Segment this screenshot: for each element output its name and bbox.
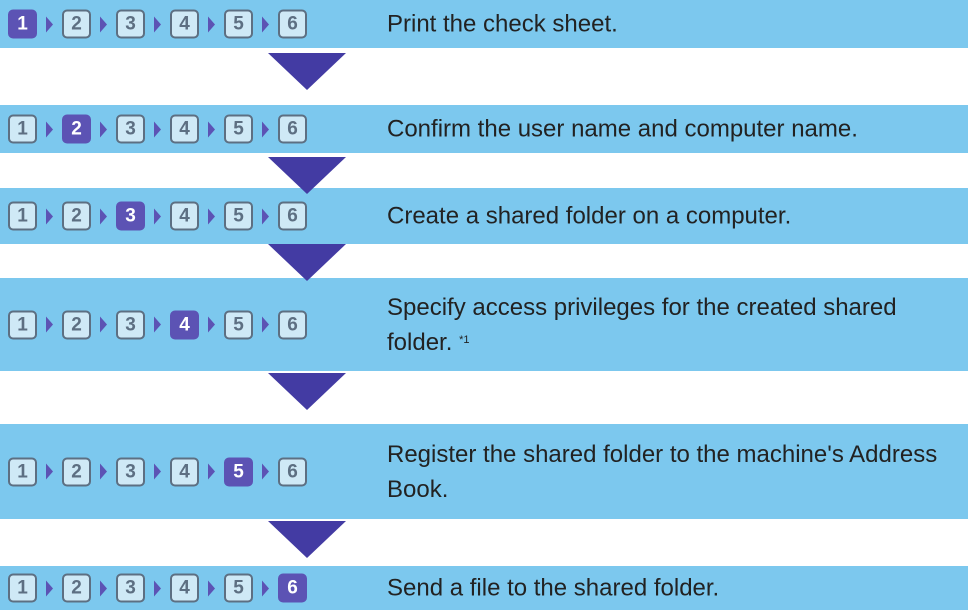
- step-number-badge: 2: [62, 573, 91, 603]
- step-number-badge: 4: [170, 573, 199, 603]
- down-arrow-icon: [268, 53, 346, 90]
- chevron-right-icon: [154, 208, 161, 224]
- step-number-badge: 2: [62, 9, 91, 39]
- footnote-marker: *1: [459, 333, 470, 346]
- down-arrow-icon: [268, 373, 346, 410]
- chevron-right-icon: [46, 580, 53, 596]
- step-number-badge: 6: [278, 310, 307, 339]
- step-number-badge: 2: [62, 114, 91, 144]
- step-number-badge: 5: [224, 457, 253, 486]
- step-number-badge: 5: [224, 573, 253, 603]
- chevron-right-icon: [208, 16, 215, 32]
- chevron-right-icon: [46, 463, 53, 480]
- step-description: Confirm the user name and computer name.: [387, 112, 954, 147]
- chevron-right-icon: [46, 316, 53, 333]
- step-indicator: 123456: [8, 573, 307, 603]
- step-2-bar: 1 2 3 4 5 6 Confirm the user name and computer…: [0, 105, 968, 153]
- step-text: Send a file to the shared folder.: [387, 574, 720, 602]
- step-description: Send a file to the shared folder.: [387, 571, 954, 606]
- step-indicator: 123456: [8, 9, 307, 39]
- chevron-right-icon: [262, 121, 269, 137]
- chevron-right-icon: [100, 580, 107, 596]
- step-4-bar: 1 2 3 4 5 6 Specify access privileges for the …: [0, 278, 968, 371]
- step-indicator: 123456: [8, 114, 307, 144]
- step-number-badge: 2: [62, 310, 91, 339]
- chevron-right-icon: [100, 208, 107, 224]
- step-number-badge: 5: [224, 310, 253, 339]
- chevron-right-icon: [46, 16, 53, 32]
- step-number-badge: 6: [278, 9, 307, 39]
- down-arrow-icon: [268, 244, 346, 281]
- step-3-bar: 1 2 3 4 5 6 Create a shared folder on a comput…: [0, 188, 968, 244]
- step-number-badge: 4: [170, 310, 199, 339]
- chevron-right-icon: [262, 580, 269, 596]
- step-number-badge: 4: [170, 457, 199, 486]
- chevron-right-icon: [262, 16, 269, 32]
- step-description: Create a shared folder on a computer.: [387, 199, 954, 234]
- chevron-right-icon: [262, 463, 269, 480]
- step-number-badge: 6: [278, 457, 307, 486]
- step-number-badge: 5: [224, 114, 253, 144]
- chevron-right-icon: [208, 316, 215, 333]
- down-arrow-icon: [268, 521, 346, 558]
- chevron-right-icon: [100, 316, 107, 333]
- chevron-right-icon: [154, 316, 161, 333]
- step-description: Print the check sheet.: [387, 7, 954, 42]
- step-number-badge: 3: [116, 457, 145, 486]
- chevron-right-icon: [100, 16, 107, 32]
- chevron-right-icon: [46, 121, 53, 137]
- step-number-badge: 1: [8, 9, 37, 39]
- chevron-right-icon: [154, 121, 161, 137]
- chevron-right-icon: [100, 463, 107, 480]
- step-number-badge: 6: [278, 573, 307, 603]
- step-1-bar: 1 2 3 4 5 6 Print the check sheet.: [0, 0, 968, 48]
- chevron-right-icon: [154, 463, 161, 480]
- step-6-bar: 1 2 3 4 5 6 Send a file to the shared folder.: [0, 566, 968, 610]
- chevron-right-icon: [208, 121, 215, 137]
- step-number-badge: 1: [8, 457, 37, 486]
- chevron-right-icon: [46, 208, 53, 224]
- chevron-right-icon: [154, 16, 161, 32]
- step-number-badge: 6: [278, 201, 307, 231]
- step-text: Print the check sheet.: [387, 10, 618, 38]
- step-text: Specify access privileges for the create…: [387, 293, 897, 356]
- step-number-badge: 1: [8, 201, 37, 231]
- step-number-badge: 1: [8, 114, 37, 144]
- chevron-right-icon: [208, 580, 215, 596]
- step-number-badge: 2: [62, 457, 91, 486]
- chevron-right-icon: [100, 121, 107, 137]
- step-indicator: 123456: [8, 457, 307, 486]
- step-number-badge: 3: [116, 201, 145, 231]
- step-number-badge: 5: [224, 9, 253, 39]
- step-number-badge: 4: [170, 9, 199, 39]
- step-number-badge: 4: [170, 114, 199, 144]
- chevron-right-icon: [262, 316, 269, 333]
- step-number-badge: 6: [278, 114, 307, 144]
- chevron-right-icon: [208, 463, 215, 480]
- chevron-right-icon: [262, 208, 269, 224]
- step-text: Create a shared folder on a computer.: [387, 202, 792, 230]
- step-number-badge: 3: [116, 573, 145, 603]
- step-number-badge: 1: [8, 573, 37, 603]
- step-number-badge: 3: [116, 9, 145, 39]
- step-indicator: 123456: [8, 310, 307, 339]
- step-number-badge: 2: [62, 201, 91, 231]
- step-indicator: 123456: [8, 201, 307, 231]
- step-description: Register the shared folder to the machin…: [387, 437, 954, 507]
- chevron-right-icon: [154, 580, 161, 596]
- down-arrow-icon: [268, 157, 346, 194]
- step-number-badge: 1: [8, 310, 37, 339]
- step-number-badge: 3: [116, 310, 145, 339]
- step-5-bar: 1 2 3 4 5 6 Register the shared folder to the …: [0, 424, 968, 519]
- step-number-badge: 3: [116, 114, 145, 144]
- step-description: Specify access privileges for the create…: [387, 290, 954, 360]
- step-text: Register the shared folder to the machin…: [387, 440, 938, 503]
- step-number-badge: 4: [170, 201, 199, 231]
- chevron-right-icon: [208, 208, 215, 224]
- step-text: Confirm the user name and computer name.: [387, 115, 858, 143]
- step-number-badge: 5: [224, 201, 253, 231]
